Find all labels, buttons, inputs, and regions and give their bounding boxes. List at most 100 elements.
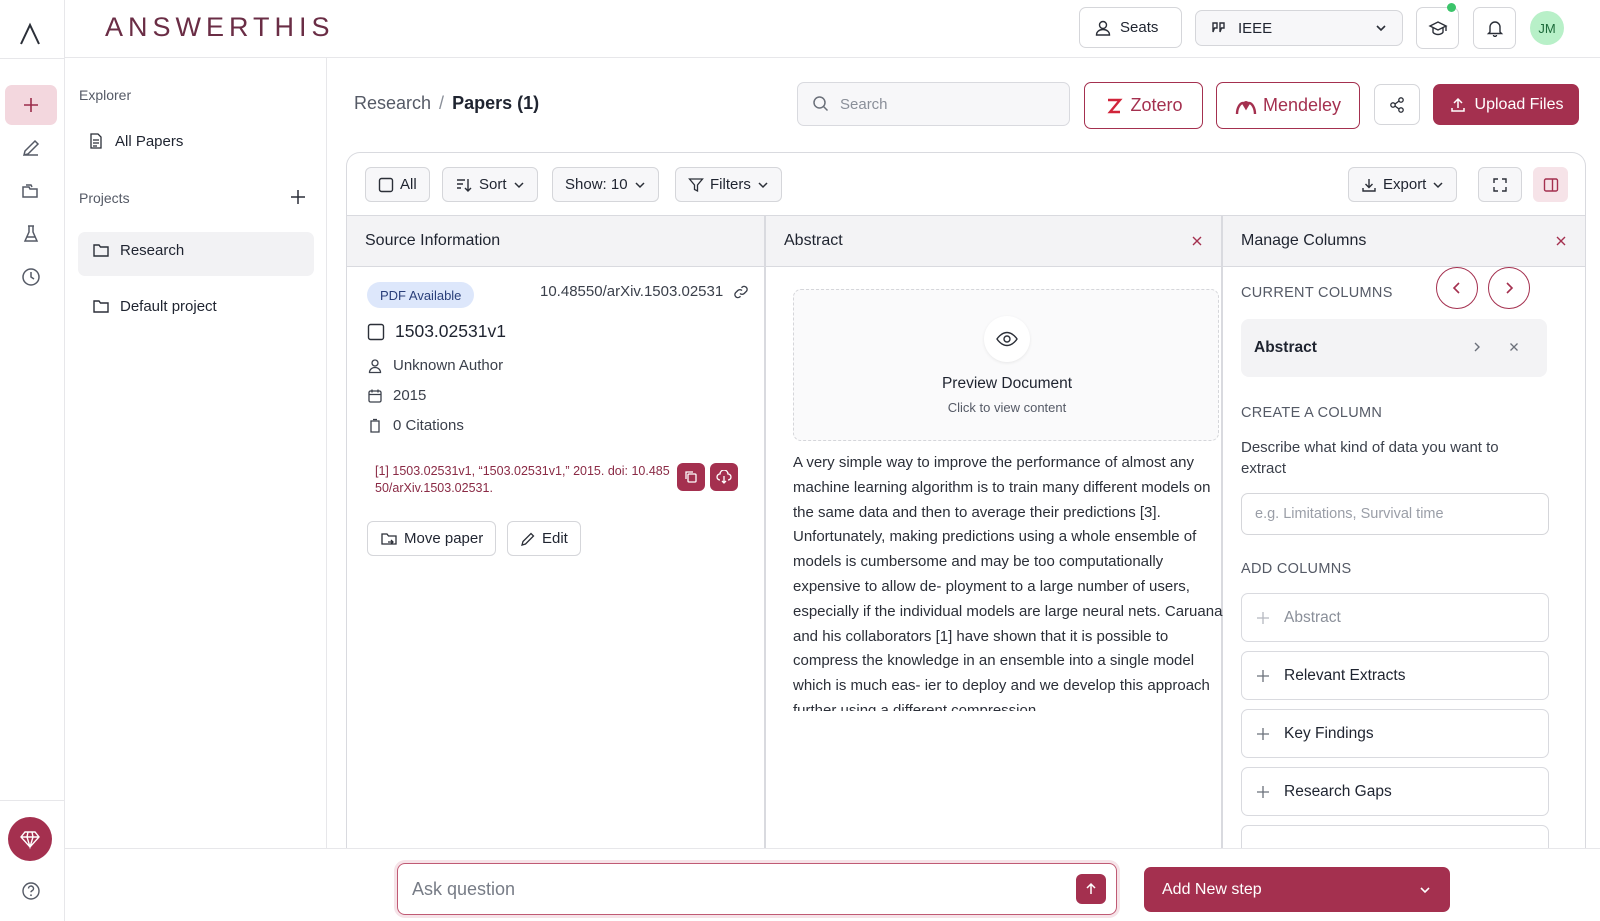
seats-button[interactable]: Seats	[1079, 7, 1182, 48]
plus-icon	[1256, 669, 1270, 683]
preview-document-card[interactable]: Preview Document Click to view content	[793, 289, 1219, 441]
share-button[interactable]	[1374, 84, 1420, 125]
export-button[interactable]: Export	[1348, 167, 1458, 202]
user-icon	[367, 358, 383, 374]
add-project-button[interactable]	[289, 188, 307, 206]
plus-icon	[21, 95, 41, 115]
mendeley-button[interactable]: Mendeley	[1216, 82, 1360, 129]
folder-icon	[92, 297, 110, 315]
chevron-left-icon	[1450, 281, 1464, 295]
previous-column-button[interactable]	[1436, 267, 1478, 309]
add-new-step-button[interactable]: Add New step	[1144, 867, 1450, 912]
new-column-input[interactable]	[1241, 493, 1549, 535]
add-column-relevant-extracts[interactable]: Relevant Extracts	[1241, 651, 1549, 700]
column-divider[interactable]	[764, 215, 766, 852]
column-header-manage: Manage Columns	[1223, 215, 1585, 267]
chevron-down-icon	[1432, 179, 1444, 191]
current-columns-title: CURRENT COLUMNS	[1241, 285, 1393, 301]
preview-subtitle: Click to view content	[947, 400, 1067, 415]
plus-icon	[289, 188, 307, 206]
ask-question-input[interactable]	[412, 878, 1052, 900]
edit-paper-button[interactable]: Edit	[507, 521, 581, 556]
paper-row: 1503.02531v1	[367, 321, 506, 342]
add-column-research-gaps[interactable]: Research Gaps	[1241, 767, 1549, 816]
help-button[interactable]	[5, 871, 57, 911]
citation-style-select[interactable]: IEEE	[1195, 10, 1403, 46]
folder-move-icon	[380, 531, 398, 547]
next-column-button[interactable]	[1488, 267, 1530, 309]
app-logo-icon[interactable]	[16, 20, 44, 48]
search-input[interactable]	[840, 95, 1040, 113]
rail-divider-bottom	[0, 800, 65, 801]
add-column-key-findings[interactable]: Key Findings	[1241, 709, 1549, 758]
project-item-research[interactable]: Research	[92, 241, 184, 259]
column-header-source[interactable]: Source Information	[347, 215, 764, 267]
current-column-item[interactable]: Abstract	[1241, 319, 1547, 377]
write-nav-button[interactable]	[5, 128, 57, 168]
project-label: Default project	[120, 297, 217, 315]
lab-nav-button[interactable]	[5, 214, 57, 254]
checkbox-icon	[378, 177, 394, 193]
export-label: Export	[1383, 176, 1427, 193]
copy-citation-button[interactable]	[677, 463, 705, 491]
clock-icon	[21, 267, 41, 287]
remove-column-icon[interactable]	[1509, 342, 1519, 352]
history-nav-button[interactable]	[5, 257, 57, 297]
add-column-abstract: Abstract	[1241, 593, 1549, 642]
breadcrumb-parent[interactable]: Research	[354, 93, 431, 114]
explorer-title: Explorer	[79, 87, 132, 103]
notifications-button[interactable]	[1473, 7, 1516, 49]
upload-files-button[interactable]: Upload Files	[1433, 84, 1579, 125]
user-icon	[1094, 19, 1112, 37]
select-all-button[interactable]: All	[365, 167, 430, 202]
zotero-button[interactable]: Zotero	[1084, 82, 1203, 129]
upgrade-button[interactable]	[8, 817, 52, 861]
library-nav-button[interactable]	[5, 171, 57, 211]
export-citation-button[interactable]	[710, 463, 738, 491]
filters-button[interactable]: Filters	[675, 167, 782, 202]
breadcrumb-current: Papers (1)	[452, 93, 540, 113]
new-item-button[interactable]	[5, 85, 57, 125]
citation-count-icon	[367, 418, 383, 434]
chevron-down-icon	[513, 179, 525, 191]
chevron-right-icon[interactable]	[1471, 341, 1483, 353]
paper-checkbox[interactable]	[367, 323, 385, 341]
add-step-label: Add New step	[1162, 880, 1262, 898]
project-item-default[interactable]: Default project	[92, 297, 217, 315]
close-icon[interactable]	[1555, 235, 1567, 247]
move-paper-button[interactable]: Move paper	[367, 521, 497, 556]
doi-link[interactable]: 10.48550/arXiv.1503.02531	[540, 283, 749, 300]
create-column-title: CREATE A COLUMN	[1241, 405, 1383, 421]
left-rail	[0, 0, 65, 921]
close-icon[interactable]	[1191, 235, 1203, 247]
add-column-label: Research Gaps	[1284, 782, 1392, 800]
paper-title[interactable]: 1503.02531v1	[395, 321, 506, 342]
breadcrumb: Research / Papers (1)	[354, 93, 539, 114]
academy-button[interactable]	[1416, 3, 1459, 49]
expand-icon	[1492, 177, 1508, 193]
fullscreen-button[interactable]	[1478, 167, 1522, 202]
projects-title: Projects	[79, 190, 130, 206]
sort-button[interactable]: Sort	[442, 167, 538, 202]
search-icon	[812, 95, 830, 113]
arrow-up-icon	[1084, 882, 1098, 896]
diamond-icon	[19, 828, 41, 850]
user-avatar[interactable]: JM	[1530, 11, 1564, 45]
chevron-down-icon	[757, 179, 769, 191]
toggle-columns-panel-button[interactable]	[1533, 167, 1568, 202]
send-question-button[interactable]	[1076, 874, 1106, 904]
add-columns-title: ADD COLUMNS	[1241, 561, 1352, 577]
column-header-abstract[interactable]: Abstract	[766, 215, 1221, 267]
share-icon	[1388, 96, 1406, 114]
quote-icon	[1210, 19, 1228, 37]
all-papers-link[interactable]: All Papers	[87, 132, 183, 150]
add-column-label: Key Findings	[1284, 724, 1374, 742]
current-column-label: Abstract	[1254, 339, 1317, 356]
notification-dot	[1447, 3, 1456, 12]
plus-icon	[1256, 611, 1270, 625]
papers-table: All Sort Show: 10 Filters Export Source …	[346, 152, 1586, 852]
manage-columns-title: Manage Columns	[1241, 232, 1367, 249]
show-count-select[interactable]: Show: 10	[552, 167, 659, 202]
pencil-icon	[21, 138, 41, 158]
filter-icon	[688, 177, 704, 193]
